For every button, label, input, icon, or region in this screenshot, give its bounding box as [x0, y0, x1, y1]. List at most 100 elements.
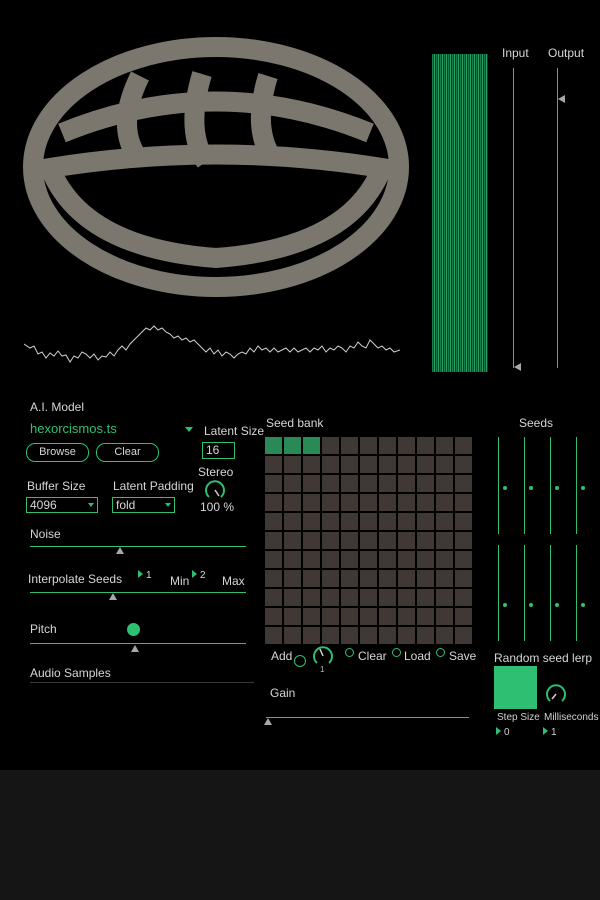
seed-bank-cell[interactable] — [322, 475, 339, 492]
seed-slider[interactable] — [524, 545, 525, 641]
seed-bank-cell[interactable] — [322, 551, 339, 568]
seed-bank-cell[interactable] — [417, 551, 434, 568]
seed-bank-cell[interactable] — [303, 437, 320, 454]
seed-bank-cell[interactable] — [379, 513, 396, 530]
gain-slider[interactable] — [266, 717, 469, 718]
seed-bank-cell[interactable] — [436, 627, 453, 644]
seed-bank-cell[interactable] — [455, 532, 472, 549]
seed-bank-cell[interactable] — [341, 494, 358, 511]
interpolate-slider-handle[interactable] — [109, 593, 117, 600]
seed-bank-cell[interactable] — [417, 532, 434, 549]
milliseconds-knob[interactable] — [545, 683, 567, 705]
seed-bank-cell[interactable] — [284, 475, 301, 492]
seed-slider-handle[interactable] — [555, 603, 559, 607]
noise-slider-handle[interactable] — [116, 547, 124, 554]
seed-add-knob[interactable] — [312, 645, 334, 667]
seed-bank-cell[interactable] — [417, 475, 434, 492]
gain-slider-handle[interactable] — [264, 718, 272, 725]
seed-bank-cell[interactable] — [417, 437, 434, 454]
seed-bank-cell[interactable] — [341, 532, 358, 549]
pitch-slider[interactable] — [30, 643, 246, 644]
seed-slider-handle[interactable] — [529, 603, 533, 607]
seed-bank-cell[interactable] — [398, 494, 415, 511]
seed-bank-cell[interactable] — [322, 627, 339, 644]
seed-bank-cell[interactable] — [265, 437, 282, 454]
seed-bank-cell[interactable] — [436, 532, 453, 549]
seed-slider[interactable] — [498, 437, 499, 534]
seed-bank-cell[interactable] — [417, 608, 434, 625]
seed-bank-cell[interactable] — [341, 570, 358, 587]
seed-bank-cell[interactable] — [436, 437, 453, 454]
output-meter-handle[interactable] — [558, 95, 565, 103]
seed-bank-cell[interactable] — [379, 570, 396, 587]
seed-bank-cell[interactable] — [265, 627, 282, 644]
seed-bank-cell[interactable] — [398, 532, 415, 549]
seed-slider[interactable] — [576, 437, 577, 534]
seed-bank-cell[interactable] — [303, 589, 320, 606]
seed-bank-cell[interactable] — [341, 437, 358, 454]
input-meter-handle[interactable] — [514, 363, 521, 371]
stereo-knob[interactable] — [204, 479, 226, 501]
seed-slider[interactable] — [576, 545, 577, 641]
seed-bank-cell[interactable] — [322, 494, 339, 511]
seed-bank-cell[interactable] — [360, 494, 377, 511]
seed-bank-cell[interactable] — [417, 494, 434, 511]
seed-bank-cell[interactable] — [417, 627, 434, 644]
seed-bank-cell[interactable] — [436, 456, 453, 473]
milliseconds-number[interactable]: 1 — [543, 727, 557, 738]
browse-button[interactable]: Browse — [26, 443, 89, 462]
seed-bank-cell[interactable] — [379, 456, 396, 473]
seed-bank-cell[interactable] — [436, 513, 453, 530]
seed-bank-cell[interactable] — [303, 608, 320, 625]
seed-bank-cell[interactable] — [284, 532, 301, 549]
seed-add-toggle[interactable] — [294, 655, 306, 667]
seed-bank-cell[interactable] — [360, 608, 377, 625]
seed-slider-handle[interactable] — [503, 486, 507, 490]
seed-bank-cell[interactable] — [265, 589, 282, 606]
seed-bank-cell[interactable] — [265, 608, 282, 625]
seed-bank-cell[interactable] — [341, 589, 358, 606]
seed-bank-cell[interactable] — [284, 456, 301, 473]
seed-bank-cell[interactable] — [303, 532, 320, 549]
seed-clear-toggle[interactable] — [345, 648, 354, 657]
seed-bank-cell[interactable] — [303, 456, 320, 473]
seed-bank-cell[interactable] — [379, 589, 396, 606]
seed-bank-cell[interactable] — [398, 608, 415, 625]
seed-bank-cell[interactable] — [322, 437, 339, 454]
seed-bank-cell[interactable] — [379, 437, 396, 454]
seed-bank-cell[interactable] — [455, 494, 472, 511]
seed-slider[interactable] — [524, 437, 525, 534]
seed-bank-cell[interactable] — [379, 627, 396, 644]
seed-bank-cell[interactable] — [284, 494, 301, 511]
seed-bank-cell[interactable] — [398, 513, 415, 530]
seed-slider[interactable] — [498, 545, 499, 641]
seed-bank-cell[interactable] — [455, 570, 472, 587]
seed-bank-cell[interactable] — [284, 608, 301, 625]
seed-bank-cell[interactable] — [417, 570, 434, 587]
seed-bank-cell[interactable] — [265, 532, 282, 549]
seed-slider-handle[interactable] — [529, 486, 533, 490]
seed-slider[interactable] — [550, 437, 551, 534]
seed-bank-cell[interactable] — [379, 608, 396, 625]
seed-load-toggle[interactable] — [392, 648, 401, 657]
interpolate-seed2[interactable]: 2 — [192, 570, 206, 581]
seed-bank-cell[interactable] — [284, 570, 301, 587]
noise-slider[interactable] — [30, 546, 246, 547]
seed-bank-grid[interactable] — [265, 437, 474, 644]
seed-bank-cell[interactable] — [284, 627, 301, 644]
seed-bank-cell[interactable] — [379, 475, 396, 492]
seed-bank-cell[interactable] — [284, 551, 301, 568]
seed-bank-cell[interactable] — [360, 475, 377, 492]
seed-bank-cell[interactable] — [322, 513, 339, 530]
seed-bank-cell[interactable] — [284, 589, 301, 606]
seed-slider-handle[interactable] — [503, 603, 507, 607]
seed-bank-cell[interactable] — [398, 551, 415, 568]
seed-bank-cell[interactable] — [455, 513, 472, 530]
seed-bank-cell[interactable] — [322, 570, 339, 587]
interpolate-seed1[interactable]: 1 — [138, 570, 152, 581]
seed-bank-cell[interactable] — [360, 627, 377, 644]
seed-bank-cell[interactable] — [436, 589, 453, 606]
seed-bank-cell[interactable] — [455, 456, 472, 473]
seed-bank-cell[interactable] — [284, 437, 301, 454]
seed-bank-cell[interactable] — [455, 475, 472, 492]
